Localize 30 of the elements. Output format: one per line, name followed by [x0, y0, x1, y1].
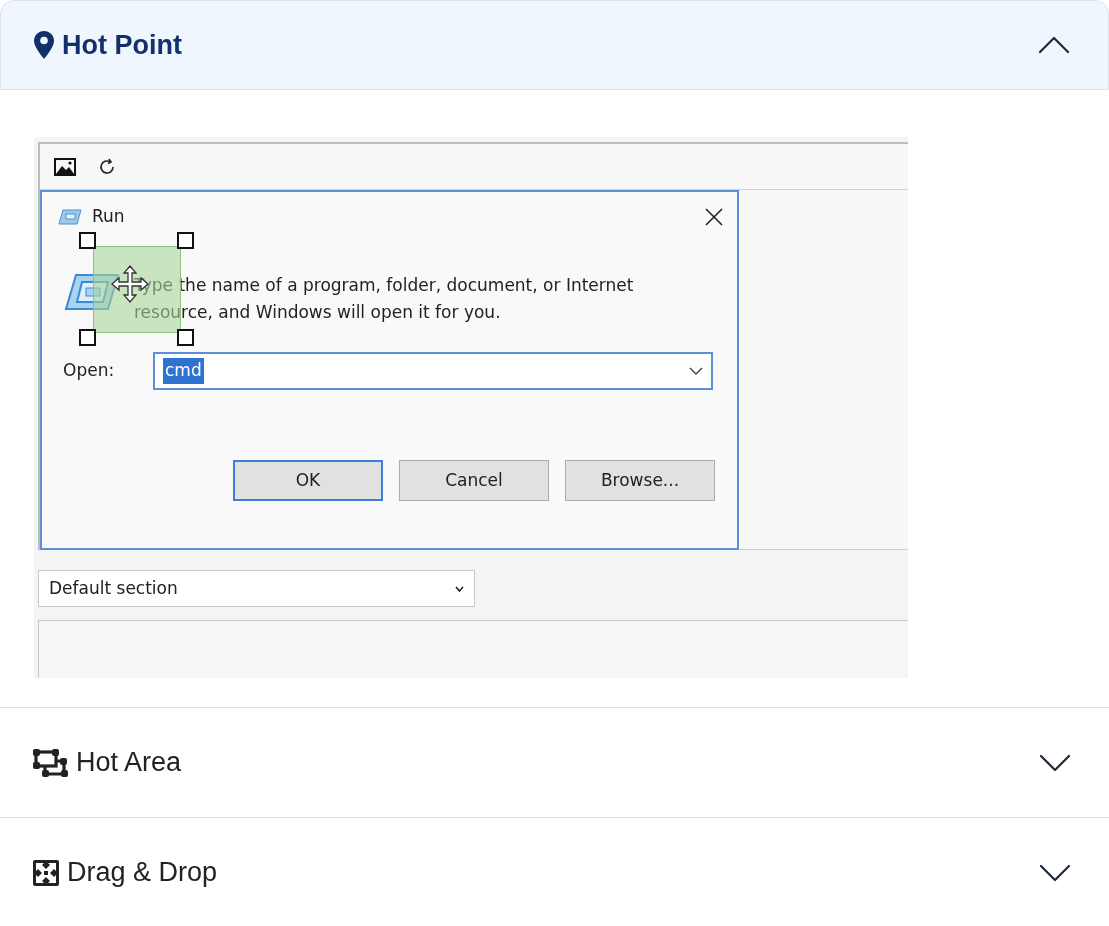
dialog-button[interactable]: OK	[233, 460, 383, 501]
resize-handle[interactable]	[79, 329, 96, 346]
dialog-button[interactable]: Browse...	[565, 460, 715, 501]
select-value: Default section	[49, 576, 178, 600]
section-select[interactable]: Default section	[38, 570, 475, 607]
accordion-title: Drag & Drop	[67, 856, 218, 890]
resize-handle[interactable]	[177, 232, 194, 249]
open-combo-box[interactable]: cmd	[153, 352, 713, 390]
chevron-up-icon	[1038, 36, 1070, 54]
chevron-down-icon	[1039, 753, 1071, 772]
dropdown-caret-icon	[689, 367, 703, 375]
image-icon[interactable]	[54, 157, 76, 176]
map-pin-icon	[34, 31, 54, 59]
open-field-value: cmd	[163, 358, 204, 384]
resize-handle[interactable]	[79, 232, 96, 249]
run-app-icon	[58, 209, 82, 225]
chevron-down-icon	[1039, 863, 1071, 882]
dropdown-caret-icon	[455, 585, 464, 592]
run-app-icon	[62, 272, 120, 312]
close-icon[interactable]	[705, 208, 723, 226]
dialog-title: Run	[92, 205, 125, 229]
vector-shape-icon	[33, 748, 68, 777]
open-label: Open:	[63, 359, 116, 383]
dialog-button[interactable]: Cancel	[399, 460, 549, 501]
accordion-title: Hot Point	[62, 28, 182, 62]
expand-arrows-icon	[33, 859, 59, 886]
accordion-header[interactable]: Hot Point	[0, 0, 1109, 90]
resize-handle[interactable]	[177, 329, 194, 346]
accordion-title: Hot Area	[76, 746, 182, 780]
refresh-icon[interactable]	[98, 157, 116, 176]
